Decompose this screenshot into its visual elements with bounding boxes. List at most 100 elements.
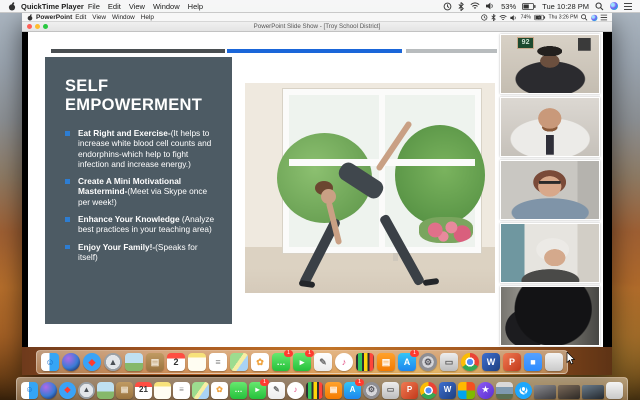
powerpoint[interactable]: P [401, 381, 418, 399]
recorded-bluetooth-icon [491, 13, 496, 21]
contacts[interactable]: ▤ [146, 353, 164, 371]
word[interactable]: W [482, 353, 500, 371]
system-preferences[interactable]: ⚙ [419, 353, 437, 371]
recorded-time-machine-icon [480, 13, 487, 21]
recorded-battery-charging-icon [533, 14, 545, 20]
participant-1[interactable]: 92 [500, 34, 600, 94]
dock: ☺ ◆ ▲ ▤ 21 ≡ ✿ … ▸ 1 ✎ ♪ ▤ A 1 ⚙ ▭ P W ★… [16, 377, 628, 400]
facetime[interactable]: ▸ 1 [293, 350, 314, 371]
photos[interactable]: ✿ [211, 381, 228, 399]
bullet-marker [65, 131, 70, 136]
menu-item[interactable]: Window [153, 2, 180, 11]
notes[interactable] [188, 353, 206, 371]
contacts[interactable]: ▤ [116, 381, 133, 399]
photos[interactable]: ✿ [251, 353, 269, 371]
app-store[interactable]: A 1 [398, 350, 419, 371]
textedit[interactable]: ✎ [268, 381, 285, 399]
facetime[interactable]: ▸ 1 [249, 378, 269, 399]
quicktime-recording-window[interactable]: PowerPoint Edit View Window Help 74% Thu 3:… [22, 13, 612, 375]
media-browser[interactable] [496, 381, 513, 399]
menu-item[interactable]: File [88, 2, 100, 11]
wifi-icon[interactable] [470, 2, 480, 10]
battery-icon[interactable] [522, 2, 536, 10]
reminders[interactable]: ≡ [173, 381, 190, 399]
app-menus: File Edit View Window Help [88, 2, 203, 11]
calendar[interactable]: 21 [135, 381, 152, 399]
apple-menu-icon[interactable] [8, 1, 16, 11]
powerpoint[interactable]: P [503, 353, 521, 371]
menubar-clock[interactable]: Tue 10:28 PM [542, 2, 589, 11]
recorded-apple-menu-icon [27, 13, 33, 20]
participant-4[interactable] [500, 223, 600, 283]
recorded-wifi-icon [499, 14, 507, 20]
finder[interactable]: ☺ [21, 381, 38, 399]
books[interactable]: ▤ [377, 353, 395, 371]
bluetooth-icon[interactable] [458, 1, 465, 11]
participant-5[interactable] [500, 286, 600, 346]
safari[interactable]: ◆ [59, 381, 76, 399]
photo-wall-outlet [393, 253, 398, 261]
launchpad[interactable]: ▲ [78, 381, 95, 399]
office[interactable] [458, 381, 475, 399]
slide-bullet: Enhance Your Knowledge (Analyze best pra… [65, 214, 218, 235]
chrome[interactable] [420, 381, 437, 399]
stocks-chart[interactable] [356, 353, 374, 371]
messages[interactable]: … 1 [272, 350, 293, 371]
siri-icon[interactable] [610, 2, 618, 10]
quicktime[interactable]: Q [515, 381, 532, 399]
minimized-window-1[interactable] [534, 384, 556, 399]
finder[interactable]: ☺ [41, 353, 59, 371]
slide-bullet: Enjoy Your Family!-(Speaks for itself) [65, 242, 218, 263]
photo-window [277, 89, 485, 253]
trash[interactable] [545, 353, 563, 371]
launchpad[interactable]: ▲ [104, 353, 122, 371]
safari[interactable]: ◆ [83, 353, 101, 371]
word[interactable]: W [439, 381, 456, 399]
preview[interactable] [97, 381, 114, 399]
minimize-button[interactable] [35, 24, 40, 29]
recorded-menu-item: Edit [75, 13, 87, 21]
bullet-marker [65, 244, 70, 250]
siri[interactable] [40, 381, 57, 399]
app-store[interactable]: A 1 [344, 378, 364, 399]
reminders[interactable]: ≡ [209, 353, 227, 371]
photo-greenery [395, 125, 485, 225]
textedit[interactable]: ✎ [314, 353, 332, 371]
badge: 1 [284, 350, 293, 357]
imovie[interactable]: ★ [477, 381, 494, 399]
spotlight-icon[interactable] [595, 2, 604, 11]
printer[interactable]: ▭ [382, 381, 399, 399]
notification-center-icon[interactable] [624, 2, 632, 10]
siri[interactable] [62, 353, 80, 371]
printer[interactable]: ▭ [440, 353, 458, 371]
badge: 1 [355, 378, 364, 386]
volume-icon[interactable] [486, 2, 495, 10]
preview[interactable] [125, 353, 143, 371]
minimized-window-2[interactable] [558, 384, 580, 399]
time-machine-icon[interactable] [443, 2, 452, 11]
recorded-desktop: SELF EMPOWERMENT Eat Right and Exercise-… [22, 32, 612, 375]
menu-item[interactable]: View [129, 2, 145, 11]
slide-bullet: Eat Right and Exercise-(It helps to incr… [65, 128, 218, 169]
participant-3[interactable] [500, 160, 600, 220]
maps[interactable] [230, 353, 248, 371]
menu-item[interactable]: Edit [108, 2, 121, 11]
chrome[interactable] [461, 353, 479, 371]
zoom[interactable]: ■ [524, 353, 542, 371]
stocks-chart[interactable] [306, 381, 323, 399]
maps[interactable] [192, 381, 209, 399]
zoom-button[interactable] [43, 24, 48, 29]
system-preferences[interactable]: ⚙ [363, 381, 380, 399]
itunes[interactable]: ♪ [335, 353, 353, 371]
active-app-name[interactable]: QuickTime Player [21, 2, 84, 11]
trash[interactable] [606, 381, 623, 399]
participant-2[interactable] [500, 97, 600, 157]
notes[interactable] [154, 381, 171, 399]
calendar[interactable]: 2 [167, 353, 185, 371]
minimized-window-3[interactable] [582, 384, 604, 399]
itunes[interactable]: ♪ [287, 381, 304, 399]
close-button[interactable] [27, 24, 32, 29]
messages[interactable]: … [230, 381, 247, 399]
books[interactable]: ▤ [325, 381, 342, 399]
menu-item[interactable]: Help [188, 2, 203, 11]
